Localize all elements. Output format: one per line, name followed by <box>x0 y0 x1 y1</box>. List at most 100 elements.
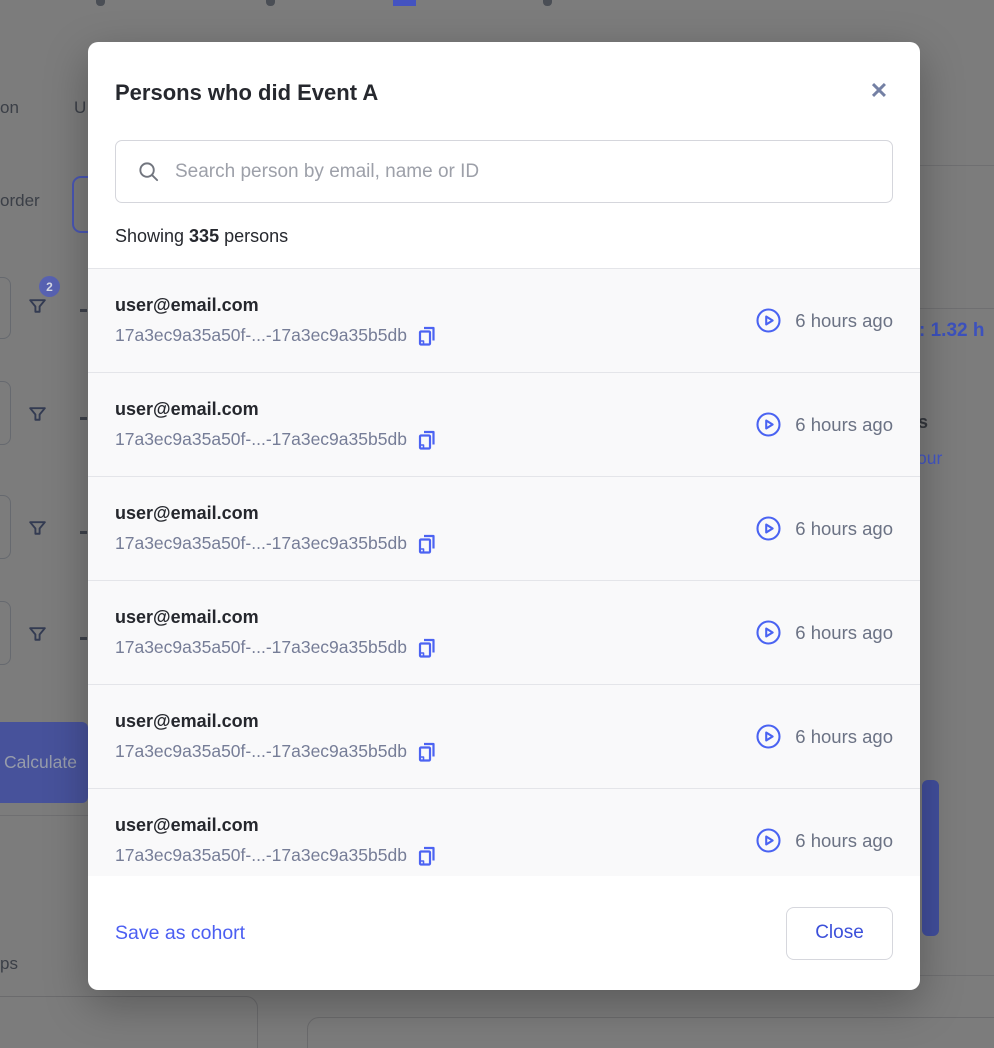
person-email[interactable]: user@email.com <box>115 607 437 628</box>
input-box-fragment <box>0 277 11 339</box>
last-seen-time: 6 hours ago <box>795 414 893 436</box>
person-id-line: 17a3ec9a35a50f-...-17a3ec9a35b5db <box>115 429 437 451</box>
filter-funnel-icon <box>27 518 48 539</box>
panel-fragment <box>307 1017 994 1048</box>
person-email[interactable]: user@email.com <box>115 399 437 420</box>
copy-icon[interactable] <box>417 533 437 555</box>
person-meta: 6 hours ago <box>755 307 893 334</box>
persons-modal: Persons who did Event A ✕ Showing335pers… <box>88 42 920 990</box>
play-recording-icon[interactable] <box>755 307 782 334</box>
person-id: 17a3ec9a35a50f-...-17a3ec9a35b5db <box>115 741 407 762</box>
person-id-line: 17a3ec9a35a50f-...-17a3ec9a35b5db <box>115 741 437 763</box>
person-id: 17a3ec9a35a50f-...-17a3ec9a35b5db <box>115 637 407 658</box>
tab-fragment: on <box>0 98 19 118</box>
last-seen-time: 6 hours ago <box>795 726 893 748</box>
person-id-line: 17a3ec9a35a50f-...-17a3ec9a35b5db <box>115 845 437 867</box>
text-fragment <box>266 0 275 6</box>
calculate-button-fragment: Calculate <box>0 722 88 803</box>
person-row[interactable]: user@email.com 17a3ec9a35a50f-...-17a3ec… <box>88 477 920 581</box>
modal-footer: Save as cohort Close <box>88 876 920 990</box>
person-meta: 6 hours ago <box>755 619 893 646</box>
person-id: 17a3ec9a35a50f-...-17a3ec9a35b5db <box>115 845 407 866</box>
search-input[interactable] <box>175 161 892 183</box>
play-recording-icon[interactable] <box>755 723 782 750</box>
text-fragment <box>543 0 552 6</box>
person-row[interactable]: user@email.com 17a3ec9a35a50f-...-17a3ec… <box>88 685 920 789</box>
person-email[interactable]: user@email.com <box>115 711 437 732</box>
person-info: user@email.com 17a3ec9a35a50f-...-17a3ec… <box>115 503 437 555</box>
filter-funnel-icon <box>27 404 48 425</box>
panel-edge <box>920 975 994 976</box>
text-fragment <box>96 0 105 6</box>
person-id-line: 17a3ec9a35a50f-...-17a3ec9a35b5db <box>115 637 437 659</box>
link-fragment: our <box>917 448 942 469</box>
copy-icon[interactable] <box>417 637 437 659</box>
person-row[interactable]: user@email.com 17a3ec9a35a50f-...-17a3ec… <box>88 789 920 876</box>
panel-edge <box>920 308 994 309</box>
person-id: 17a3ec9a35a50f-...-17a3ec9a35b5db <box>115 325 407 346</box>
person-meta: 6 hours ago <box>755 827 893 854</box>
search-icon <box>137 160 160 183</box>
copy-icon[interactable] <box>417 741 437 763</box>
filter-count-badge: 2 <box>39 276 60 297</box>
person-count: 335 <box>189 226 219 246</box>
last-seen-time: 6 hours ago <box>795 310 893 332</box>
filter-funnel-icon <box>27 624 48 645</box>
person-email[interactable]: user@email.com <box>115 815 437 836</box>
text-fragment: ps <box>0 954 18 974</box>
play-recording-icon[interactable] <box>755 619 782 646</box>
panel-edge <box>0 815 88 816</box>
input-box-fragment <box>0 381 11 445</box>
funnel-bar-fragment <box>922 780 939 936</box>
text-fragment <box>80 309 87 312</box>
person-id: 17a3ec9a35a50f-...-17a3ec9a35b5db <box>115 429 407 450</box>
panel-edge <box>920 165 994 166</box>
last-seen-time: 6 hours ago <box>795 830 893 852</box>
filter-funnel-icon <box>27 296 48 317</box>
last-seen-time: 6 hours ago <box>795 518 893 540</box>
person-email[interactable]: user@email.com <box>115 503 437 524</box>
person-info: user@email.com 17a3ec9a35a50f-...-17a3ec… <box>115 711 437 763</box>
person-info: user@email.com 17a3ec9a35a50f-...-17a3ec… <box>115 295 437 347</box>
copy-icon[interactable] <box>417 845 437 867</box>
calculate-button-label: Calculate <box>4 752 77 773</box>
person-meta: 6 hours ago <box>755 411 893 438</box>
person-info: user@email.com 17a3ec9a35a50f-...-17a3ec… <box>115 815 437 867</box>
copy-icon[interactable] <box>417 429 437 451</box>
save-as-cohort-link[interactable]: Save as cohort <box>115 922 245 945</box>
input-box-fragment <box>0 495 11 559</box>
person-meta: 6 hours ago <box>755 723 893 750</box>
person-row[interactable]: user@email.com 17a3ec9a35a50f-...-17a3ec… <box>88 581 920 685</box>
close-button[interactable]: Close <box>786 907 893 960</box>
panel-fragment <box>0 996 258 1048</box>
person-id-line: 17a3ec9a35a50f-...-17a3ec9a35b5db <box>115 533 437 555</box>
person-list: user@email.com 17a3ec9a35a50f-...-17a3ec… <box>88 268 920 876</box>
showing-count-text: Showing335persons <box>115 226 288 247</box>
link-fragment-bar <box>393 0 416 6</box>
play-recording-icon[interactable] <box>755 411 782 438</box>
last-seen-time: 6 hours ago <box>795 622 893 644</box>
summary-prefix: Showing <box>115 226 184 246</box>
person-id: 17a3ec9a35a50f-...-17a3ec9a35b5db <box>115 533 407 554</box>
person-email[interactable]: user@email.com <box>115 295 437 316</box>
tab-fragment: U <box>74 98 86 118</box>
order-label-fragment: order <box>0 191 40 211</box>
person-meta: 6 hours ago <box>755 515 893 542</box>
metric-value-fragment: : 1.32 h <box>919 320 984 342</box>
summary-suffix: persons <box>224 226 288 246</box>
modal-title: Persons who did Event A <box>115 80 378 106</box>
copy-icon[interactable] <box>417 325 437 347</box>
text-fragment <box>80 531 87 534</box>
person-info: user@email.com 17a3ec9a35a50f-...-17a3ec… <box>115 607 437 659</box>
person-row[interactable]: user@email.com 17a3ec9a35a50f-...-17a3ec… <box>88 373 920 477</box>
close-icon[interactable]: ✕ <box>864 76 894 106</box>
play-recording-icon[interactable] <box>755 515 782 542</box>
text-fragment <box>80 637 87 640</box>
text-fragment <box>80 417 87 420</box>
person-row[interactable]: user@email.com 17a3ec9a35a50f-...-17a3ec… <box>88 269 920 373</box>
person-id-line: 17a3ec9a35a50f-...-17a3ec9a35b5db <box>115 325 437 347</box>
input-box-fragment <box>0 601 11 665</box>
search-box <box>115 140 893 203</box>
person-info: user@email.com 17a3ec9a35a50f-...-17a3ec… <box>115 399 437 451</box>
play-recording-icon[interactable] <box>755 827 782 854</box>
